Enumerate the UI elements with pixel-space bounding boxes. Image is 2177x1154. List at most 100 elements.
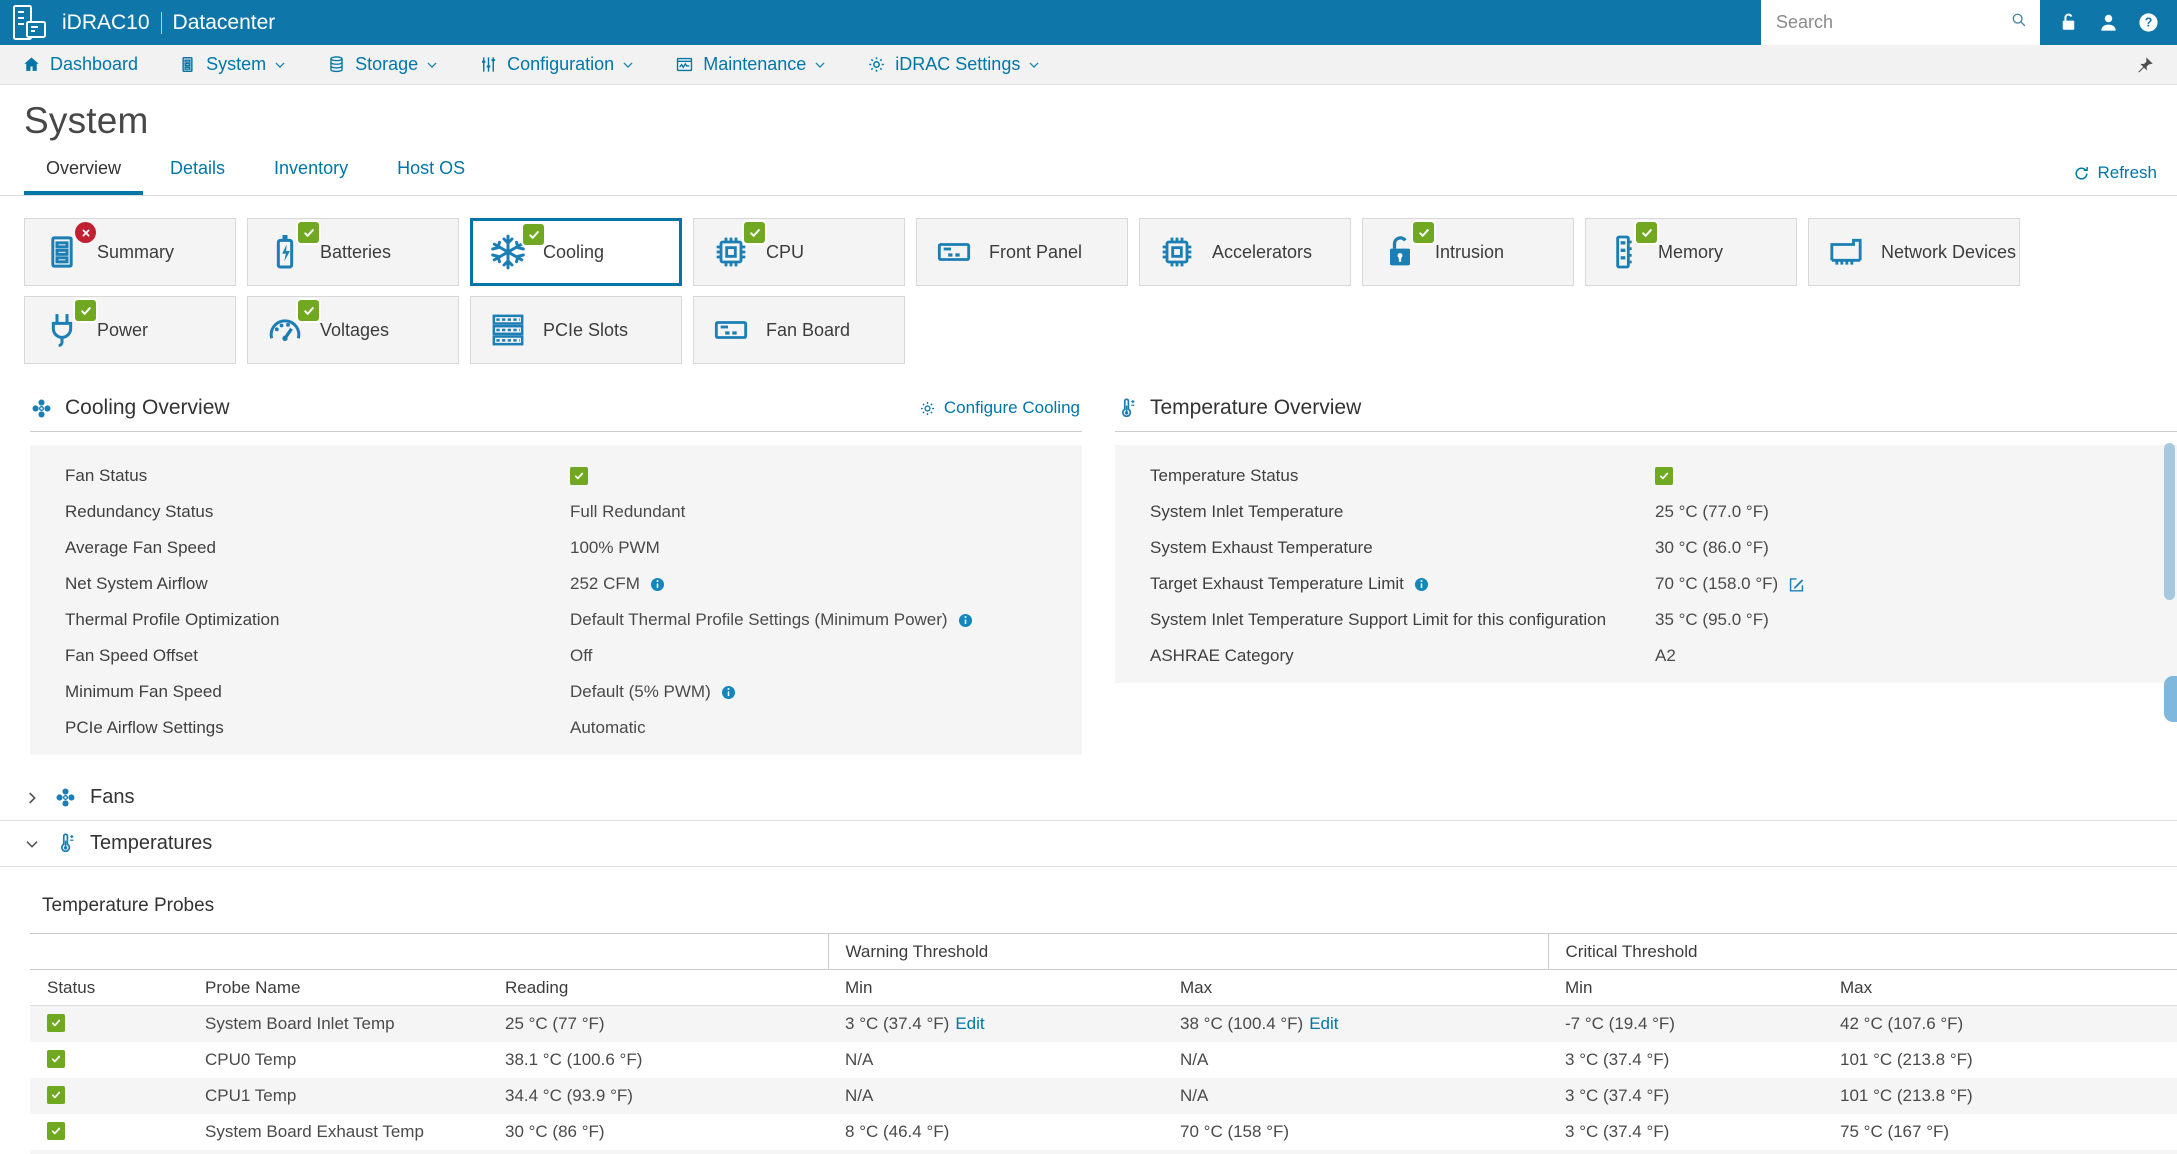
cooling-row-net-system-airflow: Net System Airflow 252 CFM	[30, 566, 1082, 602]
edit-icon[interactable]	[1787, 575, 1806, 594]
tile-summary[interactable]: Summary	[24, 218, 236, 286]
table-row: Max DIMM Temperature32 °C (89.6 °F)N/AN/…	[30, 1149, 2177, 1154]
configure-cooling-link[interactable]: Configure Cooling	[919, 398, 1082, 418]
brand-name: iDRAC10	[62, 10, 150, 34]
group-header-blank	[30, 933, 829, 970]
tile-cooling[interactable]: Cooling	[470, 218, 682, 286]
brand-product: Datacenter	[172, 10, 276, 34]
fans-section-toggle[interactable]: Fans	[0, 775, 2177, 821]
kv-label: Fan Status	[65, 466, 570, 486]
tile-label: Cooling	[543, 241, 605, 262]
tile-batteries[interactable]: Batteries	[247, 218, 459, 286]
tile-accelerators[interactable]: Accelerators	[1139, 218, 1351, 286]
tile-memory[interactable]: Memory	[1585, 218, 1797, 286]
tile-label: PCIe Slots	[543, 319, 629, 340]
cell-critical-min-text: 3 °C (37.4 °F)	[1565, 1085, 1670, 1105]
edit-link[interactable]: Edit	[1309, 1014, 1338, 1033]
tile-front-panel[interactable]: Front Panel	[916, 218, 1128, 286]
tile-label: Front Panel	[989, 241, 1083, 262]
info-icon[interactable]	[720, 684, 737, 701]
tile-label: Intrusion	[1435, 241, 1505, 262]
kv-label: Redundancy Status	[65, 502, 570, 522]
divider	[1115, 431, 2177, 432]
status-ok-icon	[570, 467, 588, 485]
cell-probe-name-text: CPU1 Temp	[205, 1085, 297, 1105]
tile-power[interactable]: Power	[24, 296, 236, 364]
pcie-icon	[488, 310, 528, 350]
scrollbar-thumb[interactable]	[2164, 443, 2175, 600]
help-icon[interactable]: ?	[2137, 11, 2160, 34]
search-input[interactable]	[1774, 11, 2010, 34]
search-icon[interactable]	[2010, 11, 2027, 35]
status-ok-badge	[1413, 222, 1434, 243]
tile-network-devices[interactable]: Network Devices	[1808, 218, 2020, 286]
cell-critical-max-text: 42 °C (107.6 °F)	[1840, 1013, 1964, 1033]
main-nav: Dashboard System Storage Configuration Maint…	[0, 45, 2177, 85]
tab-details[interactable]: Details	[148, 152, 247, 195]
cell-probe-name: CPU1 Temp	[188, 1077, 488, 1114]
cell-warning-max: N/A	[1163, 1077, 1549, 1114]
tab-overview[interactable]: Overview	[24, 152, 144, 195]
kv-label-text: System Inlet Temperature Support Limit f…	[1150, 610, 1607, 629]
tile-cpu[interactable]: CPU	[693, 218, 905, 286]
component-tiles: Summary Batteries Cooling CPU Front Panel Acc…	[0, 196, 2177, 364]
kv-label: Minimum Fan Speed	[65, 682, 570, 702]
global-search[interactable]	[1761, 0, 2040, 45]
kv-value: 35 °C (95.0 °F)	[1655, 610, 1769, 630]
tile-pcie-slots[interactable]: PCIe Slots	[470, 296, 682, 364]
cell-warning-min: 3 °C (37.4 °F) Edit	[828, 1005, 1164, 1042]
tab-host-os[interactable]: Host OS	[375, 152, 487, 195]
cell-warning-max: N/A	[1163, 1042, 1548, 1078]
cell-warning-max: N/A	[1163, 1149, 1549, 1154]
status-ok-badge	[523, 224, 544, 245]
kv-label: System Inlet Temperature Support Limit f…	[1150, 610, 1655, 630]
cell-reading-text: 38.1 °C (100.6 °F)	[505, 1049, 643, 1069]
kv-label-text: Fan Status	[65, 466, 148, 485]
side-flyout-tab[interactable]	[2164, 676, 2177, 722]
kv-label-text: Thermal Profile Optimization	[65, 610, 280, 629]
tile-fan-board[interactable]: Fan Board	[693, 296, 905, 364]
kv-label: Target Exhaust Temperature Limit	[1150, 574, 1655, 594]
chevron-down-icon	[24, 836, 40, 852]
kv-label: ASHRAE Category	[1150, 646, 1655, 666]
column-header-min: Min	[1548, 969, 1824, 1006]
status-ok-badge	[744, 222, 765, 243]
temperatures-section-toggle[interactable]: Temperatures	[0, 821, 2177, 867]
nav-item-dashboard[interactable]: Dashboard	[22, 54, 138, 75]
nav-item-idrac-settings[interactable]: iDRAC Settings	[867, 54, 1041, 75]
user-icon[interactable]	[2097, 11, 2120, 34]
lock-open-icon[interactable]	[2057, 11, 2080, 34]
status-ok-icon	[47, 1049, 65, 1068]
chip-icon	[1157, 232, 1197, 272]
info-icon[interactable]	[649, 576, 666, 593]
pin-icon[interactable]	[2135, 55, 2155, 75]
nav-item-system[interactable]: System	[178, 54, 287, 75]
info-icon[interactable]	[1413, 576, 1430, 593]
cell-status	[30, 1077, 188, 1114]
edit-link[interactable]: Edit	[955, 1014, 984, 1033]
nav-item-label: Storage	[355, 54, 419, 74]
nav-item-label: Configuration	[507, 54, 615, 74]
cell-probe-name: CPU0 Temp	[188, 1042, 488, 1078]
nav-item-label: System	[206, 54, 267, 74]
status-ok-icon	[47, 1121, 65, 1140]
cooling-row-fan-status: Fan Status	[30, 458, 1082, 494]
status-ok-badge	[1636, 222, 1657, 243]
info-icon[interactable]	[957, 612, 974, 629]
nav-item-storage[interactable]: Storage	[327, 54, 439, 75]
tile-voltages[interactable]: Voltages	[247, 296, 459, 364]
tile-intrusion[interactable]: Intrusion	[1362, 218, 1574, 286]
nav-item-maintenance[interactable]: Maintenance	[675, 54, 827, 75]
cooling-overview-section: Cooling Overview Configure Cooling Fan S…	[30, 392, 1082, 755]
tile-label: Voltages	[320, 319, 390, 340]
kv-label: Net System Airflow	[65, 574, 570, 594]
refresh-button[interactable]: Refresh	[2073, 163, 2157, 195]
tab-inventory[interactable]: Inventory	[252, 152, 370, 195]
tile-label: Network Devices	[1881, 241, 2017, 262]
nav-item-configuration[interactable]: Configuration	[479, 54, 635, 75]
temperature-overview-title: Temperature Overview	[1150, 396, 1362, 419]
cell-reading-text: 30 °C (86 °F)	[505, 1121, 605, 1141]
cell-reading: 38.1 °C (100.6 °F)	[488, 1042, 828, 1078]
kv-value-text: 252 CFM	[570, 574, 640, 593]
cell-reading: 34.4 °C (93.9 °F)	[488, 1077, 829, 1114]
